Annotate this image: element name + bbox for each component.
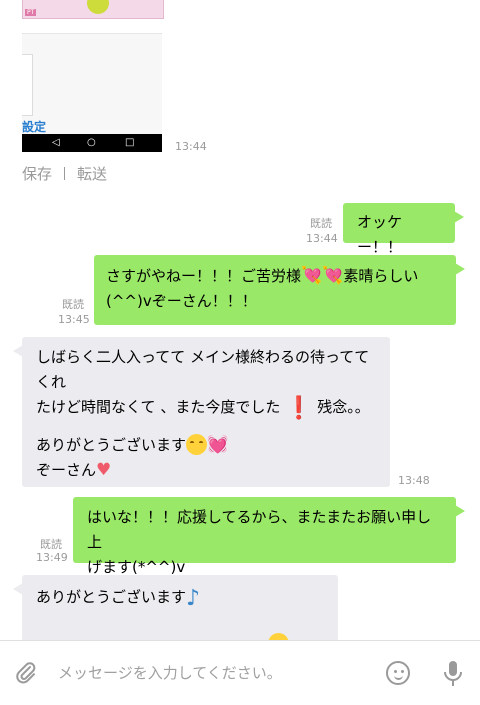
save-button[interactable]: 保存	[22, 165, 52, 183]
screenshot-frame	[22, 54, 33, 116]
screenshot-setting-text: 設定	[22, 120, 47, 134]
message-text: ぞーさん	[36, 461, 97, 479]
message-text: たけど時間なくて 、また今度でした	[36, 398, 281, 416]
sparkle-heart-icon: 💓	[207, 435, 229, 455]
message-input[interactable]: メッセージを入力してください。	[58, 662, 282, 683]
image-graphic	[87, 0, 109, 14]
message-text: さすがやねー！！！ご苦労様	[106, 267, 302, 285]
message-input-bar: メッセージを入力してください。	[0, 640, 480, 705]
chat-area[interactable]: PT 設定 ◁ ○ □ 13:44 保存 転送 既読 13:44 オッケー！！ 既…	[0, 0, 480, 640]
exclamation-icon: ❗	[285, 396, 313, 421]
home-icon: ○	[87, 137, 96, 148]
smile-emoji-icon	[186, 434, 208, 455]
message-time: 13:48	[398, 474, 430, 487]
shared-image-top[interactable]: PT	[22, 0, 164, 19]
smile-emoji-icon	[268, 633, 289, 640]
message-time: 13:44	[306, 232, 338, 245]
read-receipt: 既読	[310, 217, 332, 230]
image-pt-label: PT	[25, 9, 37, 16]
message-text: オッケー！！	[357, 213, 403, 256]
read-receipt: 既読	[40, 538, 62, 551]
message-text: 残念。。	[317, 398, 370, 416]
message-time: 13:44	[175, 140, 207, 153]
music-note-icon: ♪	[186, 586, 201, 611]
message-text: (^^)vぞーさん！！！	[106, 292, 257, 310]
message-bubble-outgoing[interactable]: オッケー！！	[343, 203, 464, 256]
image-actions: 保存 転送	[22, 163, 107, 184]
recent-icon: □	[125, 137, 135, 148]
message-time: 13:45	[58, 313, 90, 326]
attachment-clip-icon[interactable]	[14, 661, 38, 685]
message-time: 13:49	[36, 551, 68, 564]
divider	[64, 167, 66, 180]
message-text: ありがとうございます	[36, 588, 187, 606]
emoji-icon[interactable]	[386, 661, 410, 685]
shared-screenshot-image[interactable]: 設定 ◁ ○ □	[22, 33, 162, 152]
forward-button[interactable]: 転送	[77, 165, 107, 183]
back-icon: ◁	[52, 137, 60, 148]
read-receipt: 既読	[62, 298, 84, 311]
message-bubble-incoming[interactable]: ありがとうございます♪	[13, 575, 338, 640]
message-bubble-outgoing[interactable]: さすがやねー！！！ご苦労様💘💘素晴らしい (^^)vぞーさん！！！	[94, 255, 465, 325]
screenshot-navbar: ◁ ○ □	[22, 134, 162, 152]
heart-arrow-icon: 💘	[322, 266, 344, 286]
microphone-icon[interactable]	[440, 659, 466, 689]
message-bubble-incoming[interactable]: しばらく二人入ってて メイン様終わるの待っててくれ たけど時間なくて 、また今度…	[13, 337, 390, 487]
message-text: ありがとうございます	[36, 436, 187, 454]
heart-arrow-icon: 💘	[301, 266, 323, 286]
message-bubble-outgoing[interactable]: はいな！！！応援してるから、またまたお願い申し上 げます(*^^)v	[73, 497, 465, 576]
message-text: はいな！！！応援してるから、またまたお願い申し上	[87, 508, 432, 551]
message-text: しばらく二人入ってて メイン様終わるの待っててくれ	[36, 348, 370, 391]
message-text: 素晴らしい	[343, 267, 419, 285]
heart-icon: ♥	[96, 460, 112, 480]
